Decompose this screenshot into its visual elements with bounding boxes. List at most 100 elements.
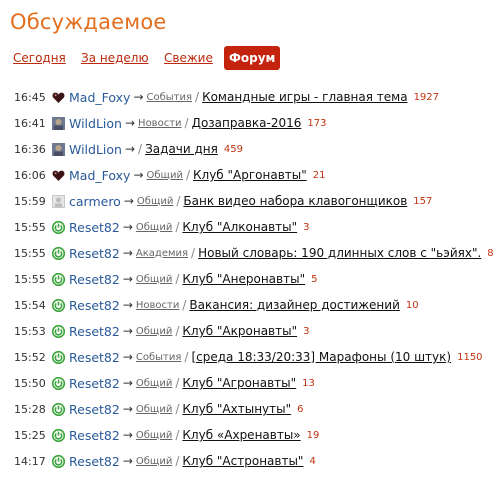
category-link[interactable]: Общий: [136, 404, 172, 415]
category-link[interactable]: Общий: [136, 456, 172, 467]
tab-fresh[interactable]: Свежие: [164, 46, 213, 70]
tab-forum[interactable]: Форум: [224, 46, 281, 70]
topic-link[interactable]: Клуб "Алконавты": [182, 220, 297, 234]
post-count: 10: [405, 299, 419, 311]
separator: /: [175, 272, 180, 286]
topic-link[interactable]: Клуб "Астронавты": [182, 454, 303, 468]
user-link[interactable]: Reset82: [69, 272, 120, 287]
user-link[interactable]: carmero: [69, 194, 121, 209]
list-item: 16:41 WildLion → Новости / Дозаправка-2016 173: [14, 110, 326, 136]
time-label: 16:06: [14, 168, 46, 182]
user-link[interactable]: Reset82: [69, 376, 120, 391]
arrow-icon: →: [122, 272, 133, 286]
post-count: 5: [311, 273, 318, 285]
separator: /: [191, 246, 196, 260]
post-count: 8: [487, 247, 494, 259]
category-link[interactable]: Общий: [136, 274, 172, 285]
user-link[interactable]: Reset82: [69, 428, 120, 443]
separator: /: [184, 350, 189, 364]
separator: /: [175, 376, 180, 390]
topic-link[interactable]: Клуб "Анеронавты": [182, 272, 305, 286]
topic-link[interactable]: Дозаправка-2016: [192, 116, 302, 130]
time-label: 16:41: [14, 116, 46, 130]
list-item: 16:06 Mad_Foxy → Общий / Клуб "Аргонавты" 21: [14, 162, 326, 188]
category-link[interactable]: Общий: [136, 222, 172, 233]
user-link[interactable]: WildLion: [69, 142, 122, 157]
category-link[interactable]: События: [147, 92, 193, 103]
time-label: 16:45: [14, 90, 46, 104]
category-link[interactable]: Академия: [136, 248, 188, 259]
heart-avatar-icon: [52, 169, 65, 182]
power-avatar-icon: [52, 246, 65, 260]
power-avatar-icon: [52, 272, 65, 286]
time-label: 15:25: [14, 428, 46, 442]
category-link[interactable]: Общий: [136, 430, 172, 441]
category-link[interactable]: Общий: [147, 170, 183, 181]
separator: /: [138, 142, 143, 156]
arrow-icon: →: [124, 142, 136, 156]
power-avatar-icon: [52, 376, 65, 390]
separator: /: [175, 454, 180, 468]
category-link[interactable]: Общий: [136, 378, 172, 389]
arrow-icon: →: [122, 298, 133, 312]
user-link[interactable]: Reset82: [69, 324, 120, 339]
topic-link[interactable]: Клуб «Ахренавты»: [182, 428, 300, 442]
time-label: 15:55: [14, 220, 46, 234]
post-count: 21: [312, 169, 326, 181]
list-item: 15:55 Reset82 → Академия / Новый словарь: 190…: [14, 240, 494, 266]
tab-week[interactable]: За неделю: [81, 46, 149, 70]
list-item: 16:36 WildLion → / Задачи дня 459: [14, 136, 243, 162]
category-link[interactable]: Общий: [137, 196, 173, 207]
user-link[interactable]: Reset82: [69, 402, 120, 417]
category-link[interactable]: Новости: [136, 300, 179, 311]
power-avatar-icon: [52, 454, 65, 468]
post-count: 19: [306, 429, 320, 441]
power-avatar-icon: [52, 298, 65, 312]
post-count: 6: [297, 403, 304, 415]
user-link[interactable]: Mad_Foxy: [69, 90, 130, 105]
post-count: 3: [303, 221, 310, 233]
post-count: 13: [302, 377, 315, 389]
user-link[interactable]: Reset82: [69, 246, 120, 261]
topic-link[interactable]: Клуб "Агронавты": [182, 376, 296, 390]
arrow-icon: →: [122, 454, 133, 468]
time-label: 14:17: [14, 454, 46, 468]
category-link[interactable]: Общий: [136, 326, 172, 337]
separator: /: [175, 220, 180, 234]
user-link[interactable]: Reset82: [69, 350, 120, 365]
user-link[interactable]: Reset82: [69, 298, 120, 313]
time-label: 15:28: [14, 402, 46, 416]
user-link[interactable]: Reset82: [69, 220, 120, 235]
topic-link[interactable]: Задачи дня: [145, 142, 218, 156]
user-link[interactable]: Mad_Foxy: [69, 168, 130, 183]
topic-link[interactable]: Банк видео набора клавогонщиков: [183, 194, 407, 208]
post-count: 1927: [413, 91, 440, 103]
list-item: 15:54 Reset82 → Новости / Вакансия: дизайнер …: [14, 292, 419, 318]
topic-link[interactable]: Клуб "Ахтынуты": [182, 402, 291, 416]
tab-today[interactable]: Сегодня: [13, 46, 66, 70]
arrow-icon: →: [123, 194, 134, 208]
topic-link[interactable]: Клуб "Аргонавты": [193, 168, 307, 182]
generic-avatar-icon: [52, 194, 65, 208]
arrow-icon: →: [124, 116, 136, 130]
photo-avatar-icon: [52, 142, 65, 156]
power-avatar-icon: [52, 350, 65, 364]
topic-link[interactable]: Клуб "Акронавты": [182, 324, 297, 338]
topic-link[interactable]: Вакансия: дизайнер достижений: [189, 298, 399, 312]
photo-avatar-icon: [52, 116, 65, 130]
topic-link[interactable]: Командные игры - главная тема: [202, 90, 408, 104]
category-link[interactable]: Новости: [138, 118, 181, 129]
arrow-icon: →: [122, 402, 133, 416]
user-link[interactable]: Reset82: [69, 454, 120, 469]
heart-avatar-icon: [52, 91, 65, 104]
list-item: 15:53 Reset82 → Общий / Клуб "Акронавты" 3: [14, 318, 309, 344]
topic-link[interactable]: [среда 18:33/20:33] Марафоны (10 штук): [191, 350, 451, 364]
topic-link[interactable]: Новый словарь: 190 длинных слов с "ьэйях…: [198, 246, 481, 260]
power-avatar-icon: [52, 428, 65, 442]
list-item: 16:45 Mad_Foxy → События / Командные игры - г…: [14, 84, 439, 110]
list-item: 15:55 Reset82 → Общий / Клуб "Анеронавты" 5: [14, 266, 317, 292]
list-item: 15:25 Reset82 → Общий / Клуб «Ахренавты» 19: [14, 422, 319, 448]
user-link[interactable]: WildLion: [69, 116, 122, 131]
page-title: Обсуждаемое: [10, 10, 167, 34]
category-link[interactable]: События: [136, 352, 182, 363]
